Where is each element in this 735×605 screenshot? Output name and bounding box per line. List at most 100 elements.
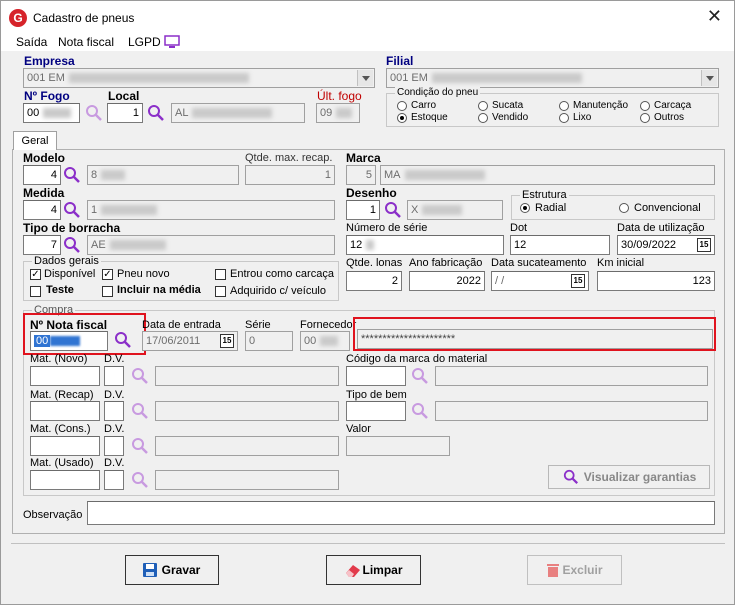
data-utilizacao-value: 30/09/2022 [621, 239, 677, 251]
disponivel-checkbox[interactable]: ✓ [30, 269, 41, 280]
local-input[interactable]: 1 [107, 103, 143, 123]
serie-input[interactable]: 12 [346, 235, 504, 255]
calendar-icon[interactable]: 15 [571, 274, 585, 288]
tipo-borracha-input[interactable]: 7 [23, 235, 61, 255]
desenho-desc-value: X [411, 204, 419, 216]
cod-marca-input[interactable] [346, 366, 406, 386]
dot-label: Dot [510, 222, 528, 234]
tipo-borracha-description: AE [87, 235, 335, 255]
dv-usado-label: D.V. [104, 457, 125, 469]
calendar-icon: 15 [220, 334, 234, 348]
menu-saida[interactable]: Saída [16, 35, 47, 49]
pneu-novo-checkbox[interactable]: ✓ [102, 269, 113, 280]
qtde-label: Qtde. max. recap. [245, 152, 333, 164]
radio-carro[interactable] [397, 101, 407, 111]
search-icon[interactable] [131, 437, 149, 455]
radio-lixo[interactable] [559, 113, 569, 123]
dv-novo-input[interactable] [104, 366, 124, 386]
condicao-title: Condição do pneu [395, 87, 481, 98]
mat-usado-input[interactable] [30, 470, 100, 490]
chevron-down-icon[interactable] [357, 70, 373, 86]
radio-vendido[interactable] [478, 113, 488, 123]
mat-novo-input[interactable] [30, 366, 100, 386]
gravar-button[interactable]: Gravar [125, 555, 219, 585]
radio-convencional-label: Convencional [634, 202, 701, 214]
calendar-icon[interactable]: 15 [697, 238, 711, 252]
mat-cons-description [155, 436, 339, 456]
search-icon[interactable] [63, 236, 81, 254]
search-icon[interactable] [147, 104, 165, 122]
fornecedor-label: Fornecedor [300, 319, 357, 331]
dot-input[interactable]: 12 [510, 235, 610, 255]
teste-checkbox[interactable] [30, 286, 41, 297]
tab-geral[interactable]: Geral [13, 131, 57, 150]
sucateamento-label: Data sucateamento [491, 257, 587, 269]
km-input[interactable]: 123 [597, 271, 715, 291]
ano-input[interactable]: 2022 [409, 271, 485, 291]
fogo-label: Nº Fogo [24, 89, 70, 103]
adquirido-checkbox[interactable] [215, 286, 226, 297]
visualizar-garantias-label: Visualizar garantias [583, 470, 697, 484]
search-icon[interactable] [63, 201, 81, 219]
radio-estoque[interactable] [397, 113, 407, 123]
search-icon[interactable] [411, 402, 429, 420]
dv-usado-input[interactable] [104, 470, 124, 490]
filial-select[interactable]: 001 EM [386, 68, 719, 88]
close-icon[interactable]: ✕ [707, 7, 722, 25]
menu-lgpd[interactable]: LGPD [128, 35, 161, 49]
entrou-carcaca-checkbox[interactable] [215, 269, 226, 280]
serie-value: 12 [350, 239, 363, 251]
fogo-input[interactable]: 00 [23, 103, 80, 123]
modelo-input[interactable]: 4 [23, 165, 61, 185]
radio-radial[interactable] [520, 203, 530, 213]
app-logo-icon: G [9, 9, 27, 27]
empresa-select[interactable]: 001 EM [23, 68, 375, 88]
mat-recap-input[interactable] [30, 401, 100, 421]
dv-cons-input[interactable] [104, 436, 124, 456]
search-icon[interactable] [131, 402, 149, 420]
mat-recap-description [155, 401, 339, 421]
qtde-field: 1 [245, 165, 335, 185]
search-icon [563, 469, 579, 485]
dv-recap-input[interactable] [104, 401, 124, 421]
mat-usado-label: Mat. (Usado) [30, 457, 94, 469]
chevron-down-icon[interactable] [701, 70, 717, 86]
radio-convencional[interactable] [619, 203, 629, 213]
mat-cons-input[interactable] [30, 436, 100, 456]
medida-input[interactable]: 4 [23, 200, 61, 220]
radio-estoque-label: Estoque [411, 112, 448, 123]
fornecedor-highlight [353, 317, 716, 351]
excluir-button[interactable]: Excluir [527, 555, 622, 585]
menu-bar: Saída Nota fiscal LGPD [1, 33, 734, 51]
visualizar-garantias-button[interactable]: Visualizar garantias [548, 465, 710, 489]
serie-nf-label: Série [245, 319, 271, 331]
desenho-description: X [407, 200, 503, 220]
desenho-input[interactable]: 1 [346, 200, 380, 220]
dv-novo-label: D.V. [104, 353, 125, 365]
ult-fogo-value: 09 [320, 107, 333, 119]
limpar-button[interactable]: Limpar [326, 555, 421, 585]
filial-value: 001 EM [390, 72, 428, 84]
search-icon[interactable] [63, 166, 81, 184]
medida-label: Medida [23, 186, 65, 200]
radio-carcaca[interactable] [640, 101, 650, 111]
incluir-media-checkbox[interactable] [102, 286, 113, 297]
search-icon[interactable] [384, 201, 402, 219]
monitor-icon[interactable] [164, 35, 180, 49]
search-icon[interactable] [131, 367, 149, 385]
tipo-bem-input[interactable] [346, 401, 406, 421]
lonas-input[interactable]: 2 [346, 271, 402, 291]
search-icon[interactable] [131, 471, 149, 489]
divider [11, 543, 725, 544]
menu-nota-fiscal[interactable]: Nota fiscal [58, 35, 114, 49]
sucateamento-value: / / [495, 275, 505, 287]
search-icon[interactable] [411, 367, 429, 385]
observacao-input[interactable] [87, 501, 715, 525]
teste-label: Teste [46, 284, 74, 296]
radio-manutencao[interactable] [559, 101, 569, 111]
marca-desc-value: MA [384, 169, 401, 181]
radio-sucata[interactable] [478, 101, 488, 111]
medida-desc-value: 1 [91, 204, 98, 216]
radio-outros[interactable] [640, 113, 650, 123]
search-icon[interactable] [85, 104, 103, 122]
